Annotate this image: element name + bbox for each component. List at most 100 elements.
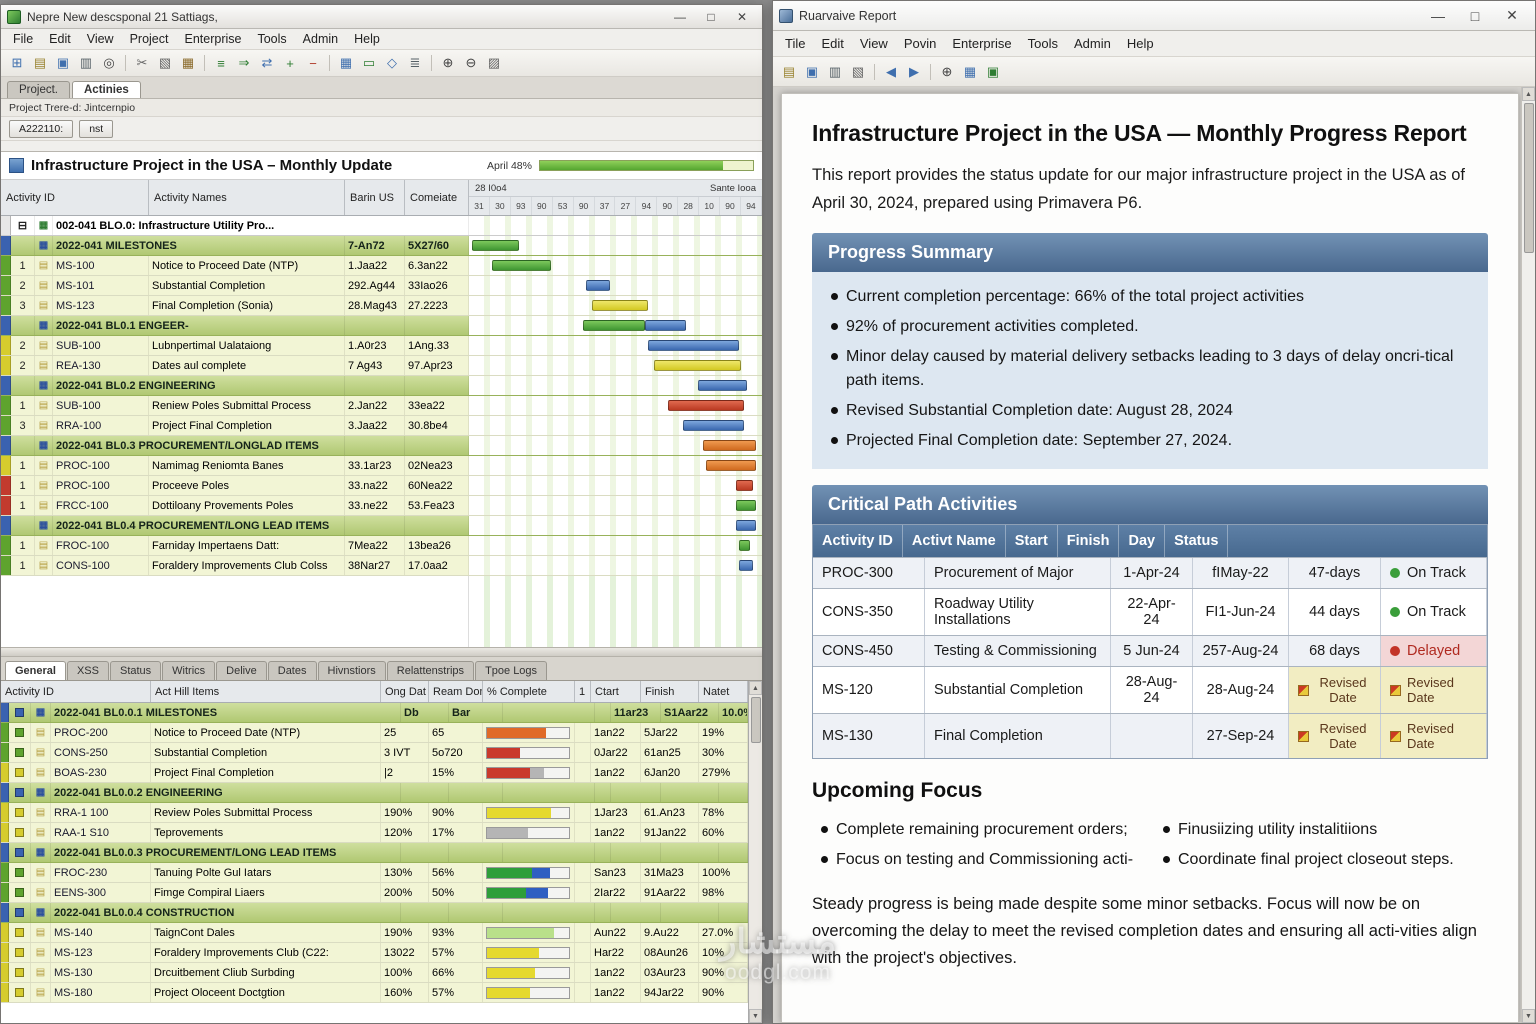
column-header-activity-id[interactable]: Activity ID	[1, 180, 149, 215]
menu-item-tile[interactable]: Tile	[777, 34, 813, 53]
column-header-activity-names[interactable]: Activity Names	[149, 180, 345, 215]
search-icon[interactable]: ◎	[98, 53, 120, 73]
gantt-timeline-cell[interactable]	[469, 436, 762, 455]
details-activity-row[interactable]: ▤ RRA-1 100 Review Poles Submittal Process…	[1, 803, 748, 823]
gantt-icon[interactable]: ▭	[358, 53, 380, 73]
gantt-timeline-cell[interactable]	[469, 396, 762, 415]
scrollbar-thumb[interactable]	[1523, 103, 1534, 253]
gantt-activity-row[interactable]: 1 ▤ MS-100 Notice to Proceed Date (NTP) 1.Ja…	[1, 256, 762, 276]
gantt-timeline-cell[interactable]	[469, 316, 762, 335]
gantt-bar[interactable]	[738, 560, 754, 571]
close-button[interactable]: ✕	[1495, 5, 1529, 27]
gantt-bar[interactable]	[644, 320, 686, 331]
details-group-row[interactable]: ▦ 2022-041 BL0.0.4 CONSTRUCTION	[1, 903, 748, 923]
gantt-bar[interactable]	[735, 480, 754, 491]
details-activity-row[interactable]: ▤ RAA-1 S10 Teprovements 120% 17% 1an22 91Jan2…	[1, 823, 748, 843]
menu-item-enterprise[interactable]: Enterprise	[176, 30, 249, 48]
publish-icon[interactable]: ▣	[982, 62, 1004, 82]
menu-item-help[interactable]: Help	[346, 30, 388, 48]
menu-item-admin[interactable]: Admin	[1066, 34, 1119, 53]
maximize-button[interactable]: □	[697, 8, 725, 26]
gantt-bar[interactable]	[583, 320, 645, 331]
gantt-group-row[interactable]: ▦ 2022-041 BL0.4 PROCUREMENT/LONG LEAD IT…	[1, 516, 762, 536]
menu-item-enterprise[interactable]: Enterprise	[944, 34, 1019, 53]
details-tab-hivnstiors[interactable]: Hivnstiors	[317, 661, 386, 680]
details-activity-row[interactable]: ▤ MS-180 Project Oloceent Doctgtion 160% 57%…	[1, 983, 748, 1003]
gantt-activity-row[interactable]: 3 ▤ RRA-100 Project Final Completion 3.Jaa22…	[1, 416, 762, 436]
open-report-icon[interactable]: ▤	[778, 62, 800, 82]
gantt-timeline-cell[interactable]	[469, 556, 762, 575]
minimize-button[interactable]: —	[666, 8, 694, 26]
document-scrollbar[interactable]: ▲ ▼	[1521, 87, 1535, 1023]
scroll-up-icon[interactable]: ▲	[749, 681, 762, 695]
column-header-barin-us[interactable]: Barin US	[345, 180, 405, 215]
column-header-comeiate[interactable]: Comeiate	[405, 180, 469, 215]
close-button[interactable]: ✕	[728, 8, 756, 26]
gantt-timeline-cell[interactable]	[469, 476, 762, 495]
details-tab-xss[interactable]: XSS	[66, 661, 109, 680]
copy-icon[interactable]: ▧	[154, 53, 176, 73]
layout-icon[interactable]: ▦	[959, 62, 981, 82]
column-header-activity-id[interactable]: Activity ID	[1, 681, 151, 702]
level-icon[interactable]: ⇒	[233, 53, 255, 73]
details-tab-status[interactable]: Status	[109, 661, 162, 680]
print-icon[interactable]: ▥	[75, 53, 97, 73]
link-icon[interactable]: ⇄	[256, 53, 278, 73]
gantt-timeline-cell[interactable]	[469, 256, 762, 275]
add-activity-icon[interactable]: +	[279, 53, 301, 73]
copy-report-icon[interactable]: ▧	[847, 62, 869, 82]
gantt-bar[interactable]	[738, 540, 751, 551]
menu-item-tools[interactable]: Tools	[249, 30, 294, 48]
details-tab-general[interactable]: General	[5, 661, 66, 680]
gantt-bar[interactable]	[682, 420, 745, 431]
gantt-timeline-cell[interactable]	[469, 496, 762, 515]
scrollbar-thumb[interactable]	[750, 697, 761, 743]
column-header-natet[interactable]: Natet	[699, 681, 748, 702]
details-tab-dates[interactable]: Dates	[267, 661, 317, 680]
gantt-bar[interactable]	[735, 500, 757, 511]
paste-icon[interactable]: ▦	[177, 53, 199, 73]
gantt-bar[interactable]	[647, 340, 739, 351]
next-page-icon[interactable]: ▶	[903, 62, 925, 82]
gantt-bar[interactable]	[668, 400, 745, 411]
gantt-bar[interactable]	[703, 440, 757, 451]
details-scrollbar[interactable]: ▲ ▼	[748, 681, 762, 1023]
gantt-bar[interactable]	[735, 520, 757, 531]
zoom-icon[interactable]: ⊕	[936, 62, 958, 82]
gantt-timeline-cell[interactable]	[469, 416, 762, 435]
tab-actinies[interactable]: Actinies	[72, 81, 141, 98]
gantt-activity-row[interactable]: 3 ▤ MS-123 Final Completion (Sonia) 28.Mag43…	[1, 296, 762, 316]
details-tab-relattenstrips[interactable]: Relattenstrips	[386, 661, 475, 680]
columns-icon[interactable]: ▦	[335, 53, 357, 73]
gantt-group-row[interactable]: ▦ 2022-041 BL0.2 ENGINEERING	[1, 376, 762, 396]
gantt-timeline-cell[interactable]	[469, 516, 762, 535]
column-header-ong-dat[interactable]: Ong Dat	[381, 681, 429, 702]
scroll-up-icon[interactable]: ▲	[1522, 87, 1535, 101]
gantt-bar[interactable]	[492, 260, 552, 271]
gantt-activity-row[interactable]: 1 ▤ FRCC-100 Dottiloany Provements Poles 33.…	[1, 496, 762, 516]
gantt-bar[interactable]	[697, 380, 748, 391]
delete-activity-icon[interactable]: −	[302, 53, 324, 73]
gantt-timeline-cell[interactable]	[469, 536, 762, 555]
gantt-bar[interactable]	[592, 300, 648, 311]
gantt-group-row[interactable]: ▦ 2022-041 BL0.3 PROCUREMENT/LONGLAD ITEM…	[1, 436, 762, 456]
panel-splitter[interactable]	[1, 647, 762, 657]
gantt-bar[interactable]	[653, 360, 742, 371]
network-icon[interactable]: ◇	[381, 53, 403, 73]
gantt-activity-row[interactable]: 2 ▤ MS-101 Substantial Completion 292.Ag44 33…	[1, 276, 762, 296]
gantt-activity-row[interactable]: 2 ▤ REA-130 Dates aul complete 7 Ag43 97.Apr2…	[1, 356, 762, 376]
gantt-timeline-cell[interactable]	[469, 296, 762, 315]
gantt-activity-row[interactable]: 2 ▤ SUB-100 Lubnpertimal Ualataiong 1.A0r23 1…	[1, 336, 762, 356]
gantt-bar[interactable]	[586, 280, 610, 291]
menu-item-view[interactable]: View	[79, 30, 122, 48]
zoom-out-icon[interactable]: ⊖	[460, 53, 482, 73]
collapse-icon[interactable]: ⊟	[11, 216, 35, 235]
gantt-activity-row[interactable]: 1 ▤ PROC-100 Namimag Reniomta Banes 33.1ar23…	[1, 456, 762, 476]
schedule-icon[interactable]: ≡	[210, 53, 232, 73]
details-activity-row[interactable]: ▤ BOAS-230 Project Final Completion |2 15% 1a…	[1, 763, 748, 783]
gantt-bar[interactable]	[471, 240, 519, 251]
gantt-activity-row[interactable]: 1 ▤ FROC-100 Farniday Impertaens Datt: 7Mea2…	[1, 536, 762, 556]
details-group-row[interactable]: ▦ 2022-041 BL0.0.2 ENGINEERING	[1, 783, 748, 803]
details-activity-row[interactable]: ▤ MS-130 Drcuitbement Cliub Surbding 100% 66…	[1, 963, 748, 983]
menu-item-help[interactable]: Help	[1119, 34, 1162, 53]
